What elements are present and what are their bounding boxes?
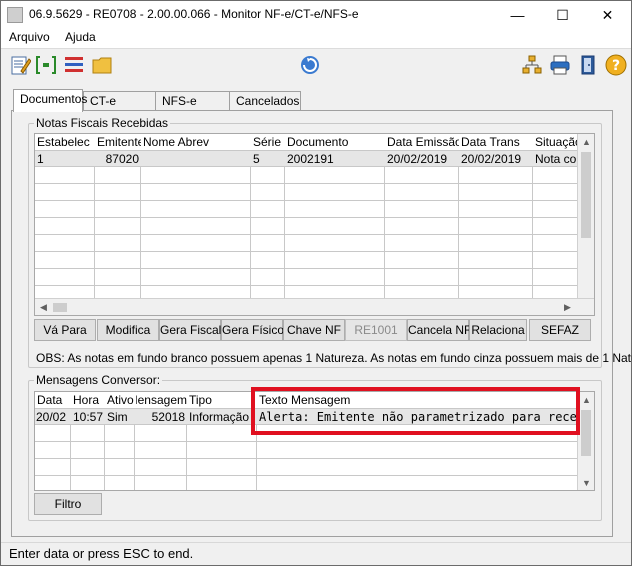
cell-emitente: 87020 [105,152,139,166]
table-row[interactable] [35,253,594,269]
edit-document-icon[interactable] [9,54,31,76]
table-row[interactable] [35,460,594,476]
maximize-button[interactable]: ☐ [540,1,585,29]
table-row[interactable] [35,202,594,218]
cell-hora: 10:57 [73,410,104,424]
col-header-ativo[interactable]: Ativo [107,393,135,407]
scroll-down-arrow-icon[interactable]: ▼ [578,475,594,490]
col-header-serie[interactable]: Série [253,135,285,149]
notas-horizontal-scrollbar[interactable]: ◀ ▶ [35,298,594,315]
cancela-nf-button[interactable]: Cancela NF [407,319,471,341]
cell-documento: 2002191 [287,152,334,166]
col-header-mensagem[interactable]: Mensagem [136,393,187,407]
tab-documentos[interactable]: Documentos [13,89,87,112]
col-header-estabelec[interactable]: Estabelec [37,135,93,149]
col-header-emitente[interactable]: Emitente [97,135,141,149]
table-row[interactable] [35,236,594,252]
tab-cancelados[interactable]: Cancelados [229,91,301,111]
notas-header-row: Estabelec Emitente Nome Abrev Série Docu… [35,134,594,151]
notas-vertical-scrollbar[interactable]: ▲ [577,134,594,298]
cell-situacao: Nota co [535,152,577,166]
scroll-thumb[interactable] [581,152,591,238]
filtro-button[interactable]: Filtro [34,493,102,515]
chave-nf-button[interactable]: Chave NF [283,319,345,341]
print-icon[interactable] [549,54,571,76]
menu-arquivo[interactable]: Arquivo [9,30,50,44]
col-header-documento[interactable]: Documento [287,135,383,149]
select-bracket-icon[interactable] [35,54,57,76]
col-header-data[interactable]: Data [37,393,71,407]
tab-nfse[interactable]: NFS-e [155,91,231,111]
cell-ativo: Sim [107,410,128,424]
notas-grid[interactable]: Estabelec Emitente Nome Abrev Série Docu… [34,133,595,316]
re1001-button[interactable]: RE1001 [345,319,407,341]
tab-documentos-label: Documentos [20,92,88,106]
svg-text:?: ? [612,58,620,74]
title-bar: 06.9.5629 - RE0708 - 2.00.00.066 - Monit… [1,1,631,29]
scroll-up-arrow-icon[interactable]: ▲ [578,392,594,409]
table-row[interactable] [35,185,594,201]
menu-bar: Arquivo Ajuda [1,29,631,48]
toolbar: ? [1,48,631,81]
cell-data-emissao: 20/02/2019 [387,152,448,166]
scroll-up-arrow-icon[interactable]: ▲ [578,134,594,151]
scroll-right-arrow-icon[interactable]: ▶ [559,299,576,315]
cell-estabelec: 1 [37,152,44,166]
modifica-button[interactable]: Modifica [97,319,159,341]
help-icon[interactable]: ? [605,54,627,76]
cell-serie: 5 [253,152,260,166]
table-row[interactable]: 1 87020 5 2002191 20/02/2019 20/02/2019 … [35,151,594,167]
va-para-button[interactable]: Vá Para [34,319,96,341]
table-row[interactable] [35,270,594,286]
folder-icon[interactable] [91,54,113,76]
tree-icon[interactable] [521,54,543,76]
relaciona-button[interactable]: Relaciona [469,319,527,341]
window-title: 06.9.5629 - RE0708 - 2.00.00.066 - Monit… [29,7,359,21]
col-header-data-emissao[interactable]: Data Emissão [387,135,459,149]
highlight-annotation-box [251,387,580,435]
status-bar: Enter data or press ESC to end. [1,542,631,565]
menu-ajuda[interactable]: Ajuda [65,30,96,44]
scroll-thumb[interactable] [53,303,67,312]
table-row[interactable] [35,443,594,459]
col-header-tipo[interactable]: Tipo [189,393,257,407]
app-icon [7,7,23,23]
mensagens-legend: Mensagens Conversor: [36,373,161,387]
tab-nfse-label: NFS-e [162,94,197,108]
scroll-left-arrow-icon[interactable]: ◀ [35,299,52,315]
table-row[interactable] [35,219,594,235]
cell-data: 20/02 [36,410,67,424]
col-header-data-trans[interactable]: Data Trans [461,135,533,149]
notas-fiscais-legend: Notas Fiscais Recebidas [36,116,169,130]
refresh-icon[interactable] [299,54,321,76]
minimize-button[interactable]: — [495,1,540,29]
tab-cancelados-label: Cancelados [236,94,300,108]
col-header-hora[interactable]: Hora [73,393,105,407]
tab-cte[interactable]: CT-e [83,91,157,111]
tab-cte-label: CT-e [90,94,117,108]
gera-fiscal-button[interactable]: Gera Fiscal [159,319,221,341]
gera-fisico-button[interactable]: Gera Físico [221,319,284,341]
status-text: Enter data or press ESC to end. [9,546,194,561]
col-header-situacao[interactable]: Situação [535,135,579,149]
col-header-nome-abrev[interactable]: Nome Abrev [143,135,249,149]
application-window: 06.9.5629 - RE0708 - 2.00.00.066 - Monit… [0,0,632,566]
cell-mensagem: 52018 [151,410,185,424]
cell-tipo: Informação [189,410,250,424]
obs-note: OBS: As notas em fundo branco possuem ap… [36,351,632,365]
scroll-thumb[interactable] [581,410,591,456]
cell-data-trans: 20/02/2019 [461,152,522,166]
list-check-icon[interactable] [63,54,85,76]
close-button[interactable]: ✕ [585,1,630,29]
exit-door-icon[interactable] [577,54,599,76]
sefaz-button[interactable]: SEFAZ [529,319,591,341]
table-row[interactable] [35,168,594,184]
